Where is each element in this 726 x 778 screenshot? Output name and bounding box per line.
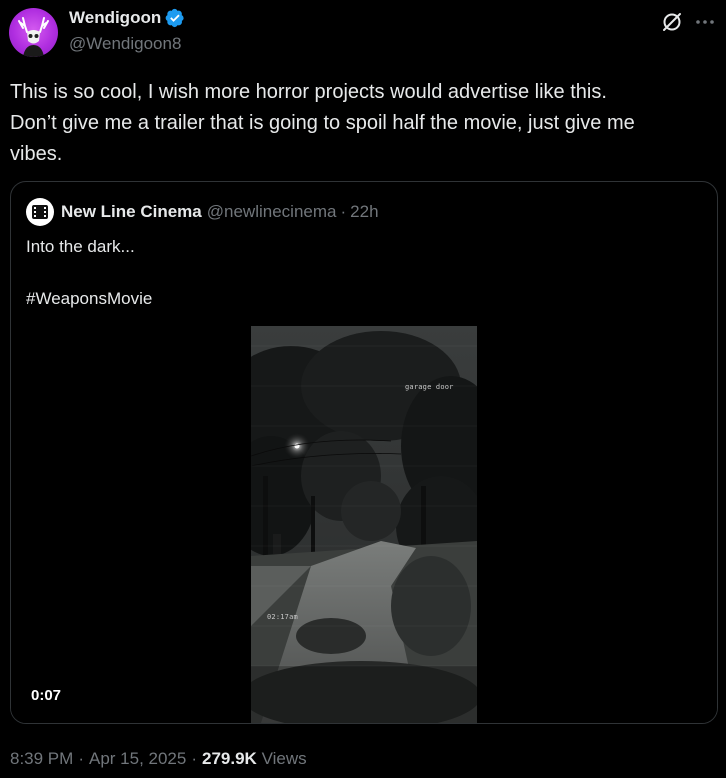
video-overlay-label-bottom: 02:17am [267, 613, 298, 621]
meta-separator: · [78, 749, 84, 768]
author-name-row[interactable]: Wendigoon [69, 8, 185, 28]
more-options-icon[interactable] [693, 10, 717, 34]
video-player[interactable]: garage door 02:17am [11, 326, 717, 723]
quoted-author-handle[interactable]: @newlinecinema [207, 202, 337, 222]
views-count[interactable]: 279.9K [202, 749, 257, 768]
quoted-separator: · [340, 202, 347, 221]
film-reel-icon [32, 205, 48, 219]
quoted-author-avatar[interactable] [26, 198, 54, 226]
quoted-author-name[interactable]: New Line Cinema [61, 202, 202, 222]
verified-badge-icon[interactable] [165, 8, 185, 28]
author-name[interactable]: Wendigoon [69, 8, 161, 28]
quoted-tweet-header: New Line Cinema @newlinecinema · 22h [26, 198, 379, 226]
tweet-meta: 8:39 PM · Apr 15, 2025 · 279.9K Views [10, 749, 307, 769]
tweet-text: This is so cool, I wish more horror proj… [10, 81, 635, 165]
video-overlay-label-top: garage door [405, 383, 454, 391]
quoted-timestamp[interactable]: 22h [350, 202, 378, 222]
author-handle[interactable]: @Wendigoon8 [69, 34, 181, 54]
deer-skull-avatar-icon [18, 17, 49, 57]
video-frame[interactable]: garage door 02:17am [251, 326, 477, 723]
views-label[interactable]: Views [262, 749, 307, 768]
tweet-time[interactable]: 8:39 PM [10, 749, 73, 768]
quoted-tweet-card[interactable]: New Line Cinema @newlinecinema · 22h Int… [10, 181, 718, 724]
author-avatar[interactable] [9, 8, 58, 57]
video-duration: 0:07 [31, 687, 62, 704]
meta-separator: · [191, 749, 198, 768]
tweet-date[interactable]: Apr 15, 2025 [89, 749, 186, 768]
grok-icon[interactable] [660, 10, 684, 34]
quoted-tweet-text: Into the dark... #WeaponsMovie [26, 237, 153, 308]
